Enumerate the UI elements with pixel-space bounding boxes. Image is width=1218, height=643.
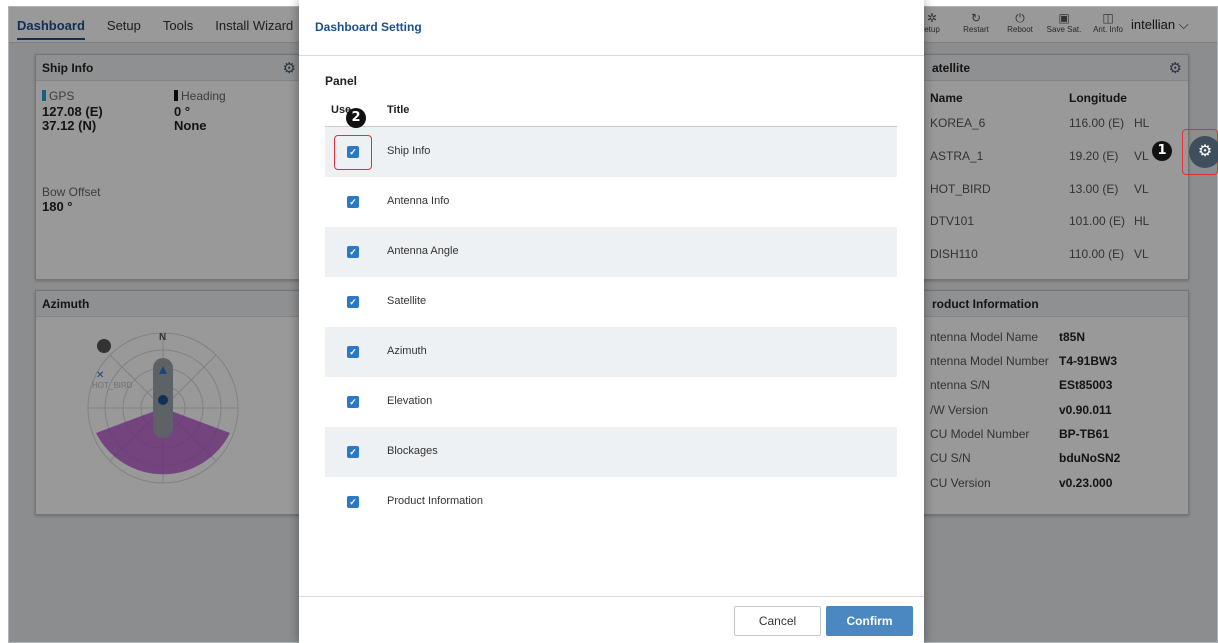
row-title: Product Information bbox=[387, 495, 483, 507]
antenna-info-checkbox[interactable]: ✓ bbox=[347, 196, 359, 208]
blockages-checkbox[interactable]: ✓ bbox=[347, 446, 359, 458]
antenna-angle-checkbox[interactable]: ✓ bbox=[347, 246, 359, 258]
checkbox-highlight bbox=[334, 135, 372, 170]
elevation-checkbox[interactable]: ✓ bbox=[347, 396, 359, 408]
panel-section-label: Panel bbox=[325, 74, 358, 88]
azimuth-checkbox[interactable]: ✓ bbox=[347, 346, 359, 358]
panel-row-azimuth: ✓ Azimuth bbox=[325, 327, 897, 377]
product-information-checkbox[interactable]: ✓ bbox=[347, 496, 359, 508]
panel-row-elevation: ✓ Elevation bbox=[325, 377, 897, 427]
satellite-checkbox[interactable]: ✓ bbox=[347, 296, 359, 308]
panel-row-antenna-info: ✓ Antenna Info bbox=[325, 177, 897, 227]
panel-table-header: Use Title bbox=[325, 99, 897, 127]
dialog-title: Dashboard Setting bbox=[299, 0, 924, 56]
confirm-button[interactable]: Confirm bbox=[826, 606, 913, 636]
row-title: Antenna Angle bbox=[387, 245, 459, 257]
col-title: Title bbox=[387, 104, 410, 116]
row-title: Blockages bbox=[387, 445, 438, 457]
cancel-button[interactable]: Cancel bbox=[734, 606, 821, 636]
row-title: Satellite bbox=[387, 295, 427, 307]
panel-row-ship-info: ✓ Ship Info bbox=[325, 127, 897, 177]
dashboard-setting-dialog: Dashboard Setting Panel Use Title ✓ Ship … bbox=[299, 0, 924, 643]
row-title: Azimuth bbox=[387, 345, 427, 357]
dialog-footer: Cancel Confirm bbox=[299, 596, 924, 643]
row-title: Antenna Info bbox=[387, 195, 450, 207]
panel-row-product-information: ✓ Product Information bbox=[325, 477, 897, 527]
callout-badge-1: 1 bbox=[1152, 141, 1172, 161]
dashboard-settings-gear-button[interactable]: ⚙ bbox=[1189, 136, 1218, 168]
panel-row-antenna-angle: ✓ Antenna Angle bbox=[325, 227, 897, 277]
gear-icon: ⚙ bbox=[1197, 143, 1213, 160]
callout-badge-2: 2 bbox=[346, 108, 366, 128]
panel-row-blockages: ✓ Blockages bbox=[325, 427, 897, 477]
row-title: Elevation bbox=[387, 395, 433, 407]
row-title: Ship Info bbox=[387, 145, 431, 157]
panel-row-satellite: ✓ Satellite bbox=[325, 277, 897, 327]
